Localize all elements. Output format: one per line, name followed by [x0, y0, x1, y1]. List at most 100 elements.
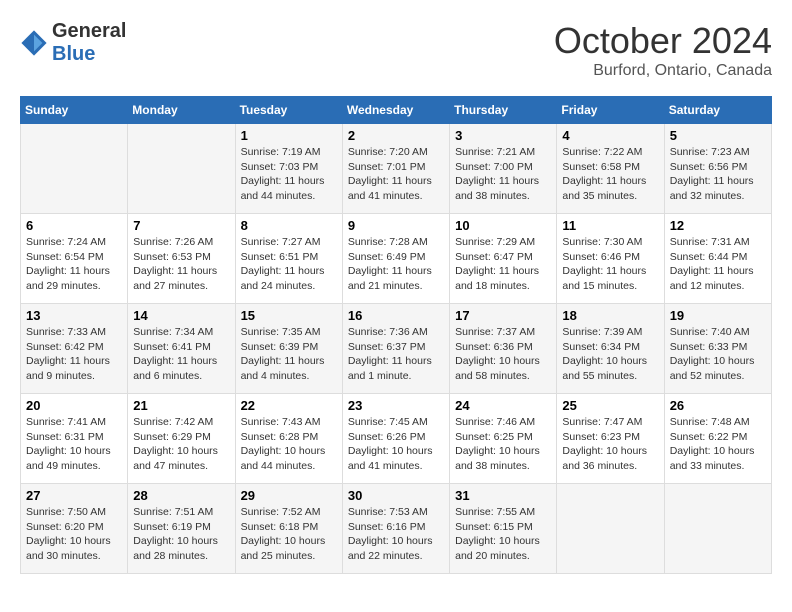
- day-info: Sunrise: 7:24 AMSunset: 6:54 PMDaylight:…: [26, 235, 122, 294]
- calendar-cell: 18Sunrise: 7:39 AMSunset: 6:34 PMDayligh…: [557, 304, 664, 394]
- calendar-cell: 7Sunrise: 7:26 AMSunset: 6:53 PMDaylight…: [128, 214, 235, 304]
- day-number: 9: [348, 218, 444, 233]
- day-number: 10: [455, 218, 551, 233]
- calendar-cell: 9 Sunrise: 7:28 AMSunset: 6:49 PMDaylight…: [342, 214, 449, 304]
- calendar-cell: 20 Sunrise: 7:41 AMSunset: 6:31 PMDayligh…: [21, 394, 128, 484]
- col-thursday: Thursday: [450, 97, 557, 124]
- day-number: 23: [348, 398, 444, 413]
- calendar-week-row: 13Sunrise: 7:33 AMSunset: 6:42 PMDayligh…: [21, 304, 772, 394]
- day-info: Sunrise: 7:23 AMSunset: 6:56 PMDaylight:…: [670, 145, 766, 204]
- calendar-cell: 12 Sunrise: 7:31 AMSunset: 6:44 PMDayligh…: [664, 214, 771, 304]
- day-info: Sunrise: 7:22 AMSunset: 6:58 PMDaylight:…: [562, 145, 658, 204]
- calendar-cell: 21 Sunrise: 7:42 AMSunset: 6:29 PMDayligh…: [128, 394, 235, 484]
- day-info: Sunrise: 7:28 AMSunset: 6:49 PMDaylight:…: [348, 235, 444, 294]
- location-subtitle: Burford, Ontario, Canada: [554, 62, 772, 80]
- day-number: 13: [26, 308, 122, 323]
- day-number: 3: [455, 128, 551, 143]
- calendar-cell: 2 Sunrise: 7:20 AMSunset: 7:01 PMDaylight…: [342, 124, 449, 214]
- calendar-week-row: 27 Sunrise: 7:50 AMSunset: 6:20 PMDayligh…: [21, 484, 772, 574]
- calendar-cell: 10 Sunrise: 7:29 AMSunset: 6:47 PMDayligh…: [450, 214, 557, 304]
- day-info: Sunrise: 7:36 AMSunset: 6:37 PMDaylight:…: [348, 325, 444, 384]
- calendar-cell: 1 Sunrise: 7:19 AMSunset: 7:03 PMDaylight…: [235, 124, 342, 214]
- calendar-cell: 15Sunrise: 7:35 AMSunset: 6:39 PMDayligh…: [235, 304, 342, 394]
- day-number: 19: [670, 308, 766, 323]
- calendar-cell: [664, 484, 771, 574]
- calendar-week-row: 1 Sunrise: 7:19 AMSunset: 7:03 PMDaylight…: [21, 124, 772, 214]
- day-info: Sunrise: 7:27 AMSunset: 6:51 PMDaylight:…: [241, 235, 337, 294]
- day-info: Sunrise: 7:19 AMSunset: 7:03 PMDaylight:…: [241, 145, 337, 204]
- logo-text: General Blue: [52, 20, 126, 66]
- col-sunday: Sunday: [21, 97, 128, 124]
- calendar-cell: [21, 124, 128, 214]
- day-info: Sunrise: 7:20 AMSunset: 7:01 PMDaylight:…: [348, 145, 444, 204]
- calendar-cell: 23Sunrise: 7:45 AMSunset: 6:26 PMDayligh…: [342, 394, 449, 484]
- col-monday: Monday: [128, 97, 235, 124]
- day-info: Sunrise: 7:34 AMSunset: 6:41 PMDaylight:…: [133, 325, 229, 384]
- day-number: 18: [562, 308, 658, 323]
- day-number: 12: [670, 218, 766, 233]
- calendar-cell: 17 Sunrise: 7:37 AMSunset: 6:36 PMDayligh…: [450, 304, 557, 394]
- calendar-cell: 26Sunrise: 7:48 AMSunset: 6:22 PMDayligh…: [664, 394, 771, 484]
- day-number: 14: [133, 308, 229, 323]
- day-number: 6: [26, 218, 122, 233]
- calendar-cell: 4Sunrise: 7:22 AMSunset: 6:58 PMDaylight…: [557, 124, 664, 214]
- page-header: General Blue October 2024 Burford, Ontar…: [20, 20, 772, 80]
- day-info: Sunrise: 7:46 AMSunset: 6:25 PMDaylight:…: [455, 415, 551, 474]
- day-info: Sunrise: 7:52 AMSunset: 6:18 PMDaylight:…: [241, 505, 337, 564]
- day-number: 28: [133, 488, 229, 503]
- day-number: 2: [348, 128, 444, 143]
- day-number: 29: [241, 488, 337, 503]
- calendar-header-row: Sunday Monday Tuesday Wednesday Thursday…: [21, 97, 772, 124]
- logo-blue: Blue: [52, 43, 95, 65]
- day-info: Sunrise: 7:55 AMSunset: 6:15 PMDaylight:…: [455, 505, 551, 564]
- day-info: Sunrise: 7:29 AMSunset: 6:47 PMDaylight:…: [455, 235, 551, 294]
- calendar-cell: 22 Sunrise: 7:43 AMSunset: 6:28 PMDayligh…: [235, 394, 342, 484]
- day-number: 22: [241, 398, 337, 413]
- day-info: Sunrise: 7:31 AMSunset: 6:44 PMDaylight:…: [670, 235, 766, 294]
- calendar-cell: 28 Sunrise: 7:51 AMSunset: 6:19 PMDayligh…: [128, 484, 235, 574]
- day-info: Sunrise: 7:43 AMSunset: 6:28 PMDaylight:…: [241, 415, 337, 474]
- calendar-week-row: 6 Sunrise: 7:24 AMSunset: 6:54 PMDaylight…: [21, 214, 772, 304]
- day-info: Sunrise: 7:48 AMSunset: 6:22 PMDaylight:…: [670, 415, 766, 474]
- logo: General Blue: [20, 20, 126, 66]
- day-info: Sunrise: 7:41 AMSunset: 6:31 PMDaylight:…: [26, 415, 122, 474]
- calendar-cell: 3 Sunrise: 7:21 AMSunset: 7:00 PMDaylight…: [450, 124, 557, 214]
- calendar-cell: [128, 124, 235, 214]
- title-block: October 2024 Burford, Ontario, Canada: [554, 20, 772, 80]
- day-number: 1: [241, 128, 337, 143]
- month-year-title: October 2024: [554, 20, 772, 62]
- day-info: Sunrise: 7:42 AMSunset: 6:29 PMDaylight:…: [133, 415, 229, 474]
- day-info: Sunrise: 7:40 AMSunset: 6:33 PMDaylight:…: [670, 325, 766, 384]
- calendar-cell: 25 Sunrise: 7:47 AMSunset: 6:23 PMDayligh…: [557, 394, 664, 484]
- day-number: 7: [133, 218, 229, 233]
- logo-icon: [20, 29, 48, 57]
- day-number: 8: [241, 218, 337, 233]
- calendar-cell: 30Sunrise: 7:53 AMSunset: 6:16 PMDayligh…: [342, 484, 449, 574]
- day-number: 31: [455, 488, 551, 503]
- calendar-cell: 13Sunrise: 7:33 AMSunset: 6:42 PMDayligh…: [21, 304, 128, 394]
- day-info: Sunrise: 7:47 AMSunset: 6:23 PMDaylight:…: [562, 415, 658, 474]
- day-number: 25: [562, 398, 658, 413]
- calendar-cell: 6 Sunrise: 7:24 AMSunset: 6:54 PMDaylight…: [21, 214, 128, 304]
- day-info: Sunrise: 7:50 AMSunset: 6:20 PMDaylight:…: [26, 505, 122, 564]
- day-number: 5: [670, 128, 766, 143]
- day-number: 20: [26, 398, 122, 413]
- day-number: 16: [348, 308, 444, 323]
- calendar-cell: 31 Sunrise: 7:55 AMSunset: 6:15 PMDayligh…: [450, 484, 557, 574]
- day-info: Sunrise: 7:51 AMSunset: 6:19 PMDaylight:…: [133, 505, 229, 564]
- day-info: Sunrise: 7:30 AMSunset: 6:46 PMDaylight:…: [562, 235, 658, 294]
- day-number: 17: [455, 308, 551, 323]
- day-info: Sunrise: 7:37 AMSunset: 6:36 PMDaylight:…: [455, 325, 551, 384]
- calendar-cell: 27 Sunrise: 7:50 AMSunset: 6:20 PMDayligh…: [21, 484, 128, 574]
- col-tuesday: Tuesday: [235, 97, 342, 124]
- day-number: 11: [562, 218, 658, 233]
- day-number: 27: [26, 488, 122, 503]
- calendar-cell: 14 Sunrise: 7:34 AMSunset: 6:41 PMDayligh…: [128, 304, 235, 394]
- col-saturday: Saturday: [664, 97, 771, 124]
- col-wednesday: Wednesday: [342, 97, 449, 124]
- day-info: Sunrise: 7:35 AMSunset: 6:39 PMDaylight:…: [241, 325, 337, 384]
- day-number: 30: [348, 488, 444, 503]
- day-number: 21: [133, 398, 229, 413]
- day-info: Sunrise: 7:21 AMSunset: 7:00 PMDaylight:…: [455, 145, 551, 204]
- calendar-cell: [557, 484, 664, 574]
